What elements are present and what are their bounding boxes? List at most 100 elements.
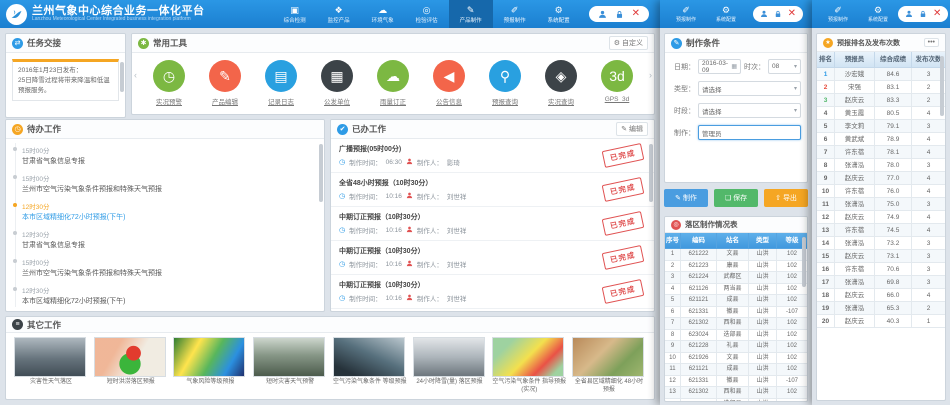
nav-item[interactable]: ☁ 环境气象 (361, 0, 405, 28)
nav-item[interactable]: ⚙ 系统配置 (537, 0, 581, 28)
work-thumbnail[interactable]: 灾害性天气落区 (14, 337, 88, 394)
close-icon[interactable]: ✕ (933, 9, 941, 19)
scrollbar[interactable] (940, 56, 944, 116)
work-thumbnail[interactable]: 全省县区域精细化 48小时预报 (572, 337, 646, 394)
tool-shortcut[interactable]: ◈ 实况查询 (536, 60, 586, 106)
col-header: 类型 (749, 233, 777, 249)
hour-select[interactable]: 08 ▾ (768, 59, 801, 74)
tool-shortcut[interactable]: 3d GPS_3d (592, 60, 642, 103)
bullet-icon (13, 203, 17, 207)
tool-shortcut[interactable]: ✎ 产品编辑 (200, 60, 250, 106)
button-label: 保存 (733, 193, 747, 203)
thumbnail-image (173, 337, 245, 377)
nav-item[interactable]: ⚙ 系统配置 (858, 0, 898, 28)
work-thumbnail[interactable]: 空气污染气象条件 等级预报 (333, 337, 407, 394)
tool-shortcut[interactable]: ◀ 公告信息 (424, 60, 474, 106)
work-thumbnail[interactable]: 24小时降雪(量) 落区预报 (413, 337, 487, 394)
cell-no: 14 (665, 399, 681, 403)
action-button[interactable]: ❏ 保存 (714, 189, 758, 207)
window-controls: ✕ (589, 6, 649, 22)
done-item[interactable]: 广播预报(05时00分) ◷ 制作时间：06:30 制作人：影琦 已完成 (331, 139, 654, 173)
person-icon (406, 294, 413, 303)
nav-item[interactable]: ✐ 预报制作 (666, 0, 706, 28)
cell-score: 74.5 (875, 224, 912, 237)
thumbnail-caption: 全省县区域精细化 48小时预报 (572, 379, 646, 394)
todo-item[interactable]: 15时00分 兰州市空气污染气象条件预报和特殊天气预报 (22, 257, 314, 278)
todo-item[interactable]: 12时30分 本市区域精细化72小时预报(下午) (22, 201, 314, 222)
ranking-table: 排名 预报员 综合成绩 发布次数 1 沙宏娥 84.6 3 (817, 52, 945, 328)
cell-score: 76.0 (875, 185, 912, 198)
done-item[interactable]: 全省48小时预报（10时30分） ◷ 制作时间：10:16 制作人：刘世祥 已完… (331, 173, 654, 207)
cell-count: 4 (912, 289, 945, 302)
handover-icon: ⇄ (12, 38, 23, 49)
nav-item[interactable]: ✐ 预报制作 (818, 0, 858, 28)
table-row: 8 623024 迭部县 山洪 102 (665, 330, 807, 342)
date-input[interactable]: 2016-03-09 ▦ (698, 59, 741, 74)
cell-score: 40.3 (875, 315, 912, 328)
table-row: 4 黄玉霞 80.5 4 (817, 107, 945, 120)
action-button[interactable]: ⇧ 导出 (764, 189, 808, 207)
action-button[interactable]: ✎ 制作 (664, 189, 708, 207)
done-item[interactable]: 中期订正预报（10时30分） ◷ 制作时间：10:16 制作人：刘世祥 已完成 (331, 207, 654, 241)
table-row: 8 张潇泓 78.0 3 (817, 159, 945, 172)
close-icon[interactable]: ✕ (788, 9, 796, 19)
table-row: 10 许东蓓 76.0 4 (817, 185, 945, 198)
tool-icon: ◀ (433, 60, 465, 92)
type-select[interactable]: 请选择 ▾ (698, 81, 801, 96)
todo-icon: ◷ (12, 124, 23, 135)
table-row: 14 张潇泓 73.2 3 (817, 237, 945, 250)
done-item[interactable]: 中期订正预报（10时30分） ◷ 制作时间：10:16 制作人：刘世祥 已完成 (331, 275, 654, 309)
cell-no: 9 (665, 341, 681, 353)
scroll-left-icon[interactable]: ‹ (134, 70, 137, 80)
work-thumbnail[interactable]: 气象风险等级预报 (173, 337, 247, 394)
cell-station: 康县 (717, 261, 749, 273)
customize-button[interactable]: ⚙ 自定义 (609, 36, 648, 50)
nav-item[interactable]: ❖ 监控产品 (317, 0, 361, 28)
nav-item[interactable]: ✎ 产品制作 (449, 0, 493, 28)
nav-item[interactable]: ⚙ 系统配置 (706, 0, 746, 28)
work-thumbnail[interactable]: 短时灾害天气预警 (253, 337, 327, 394)
lock-icon[interactable] (919, 10, 927, 18)
lock-icon[interactable] (615, 10, 624, 19)
thumbnail-image (413, 337, 485, 377)
scroll-right-icon[interactable]: › (649, 70, 652, 80)
tool-shortcut[interactable]: ◷ 实况预警 (144, 60, 194, 106)
user-icon[interactable] (905, 10, 913, 18)
scrollbar[interactable] (120, 62, 124, 92)
more-menu-button[interactable]: ••• (924, 38, 939, 47)
close-icon[interactable]: ✕ (632, 9, 640, 19)
todo-item[interactable]: 12时30分 本市区域精细化72小时预报(下午) (22, 285, 314, 306)
todo-item[interactable]: 15时00分 甘肃省气象信息专报 (22, 145, 314, 166)
done-item-meta: ◷ 制作时间：10:16 制作人：刘世祥 (339, 259, 592, 269)
maker-input[interactable]: 管理员 (698, 125, 801, 140)
table-row: 7 621302 西和县 山洪 102 (665, 318, 807, 330)
cell-code: 621223 (681, 261, 717, 273)
scrollbar[interactable] (319, 144, 323, 202)
nav-item[interactable]: ✐ 预报制作 (493, 0, 537, 28)
other-work-title: 其它工作 (27, 319, 61, 331)
tool-shortcut[interactable]: ⚲ 预报查询 (480, 60, 530, 106)
tool-shortcut[interactable]: ☁ 雨量订正 (368, 60, 418, 106)
work-thumbnail[interactable]: 短时洪涝落区预报 (94, 337, 168, 394)
edit-button[interactable]: ✎ 编辑 (616, 122, 648, 136)
work-thumbnail[interactable]: 空气污染气象条件 指导预报(实况) (492, 337, 566, 394)
lock-icon[interactable] (774, 10, 782, 18)
todo-title: 待办工作 (27, 123, 61, 135)
todo-item[interactable]: 12时30分 甘肃省气象信息专报 (22, 229, 314, 250)
scrollbar[interactable] (802, 237, 806, 287)
cell-score: 77.0 (875, 172, 912, 185)
table-row: 13 许东蓓 74.5 4 (817, 224, 945, 237)
cell-forecaster: 张潇泓 (835, 198, 875, 211)
todo-item[interactable]: 15时00分 兰州市空气污染气象条件预报和特殊天气预报 (22, 173, 314, 194)
cell-code: 621331 (681, 376, 717, 388)
tool-shortcut[interactable]: ▤ 记录日志 (256, 60, 306, 106)
done-item[interactable]: 中期订正预报（10时30分） ◷ 制作时间：10:16 制作人：刘世祥 已完成 (331, 241, 654, 275)
tool-shortcut[interactable]: ▦ 公发单位 (312, 60, 362, 106)
nav-item[interactable]: ▣ 综合检测 (273, 0, 317, 28)
period-select[interactable]: 请选择 ▾ (698, 103, 801, 118)
scrollbar[interactable] (649, 144, 653, 202)
user-icon[interactable] (760, 10, 768, 18)
nav-item[interactable]: ◎ 检验评估 (405, 0, 449, 28)
handover-notice[interactable]: 2016年1月23日发布： 25日降雪过程将带来降温和低温预报服务。 (12, 59, 119, 101)
user-icon[interactable] (598, 10, 607, 19)
